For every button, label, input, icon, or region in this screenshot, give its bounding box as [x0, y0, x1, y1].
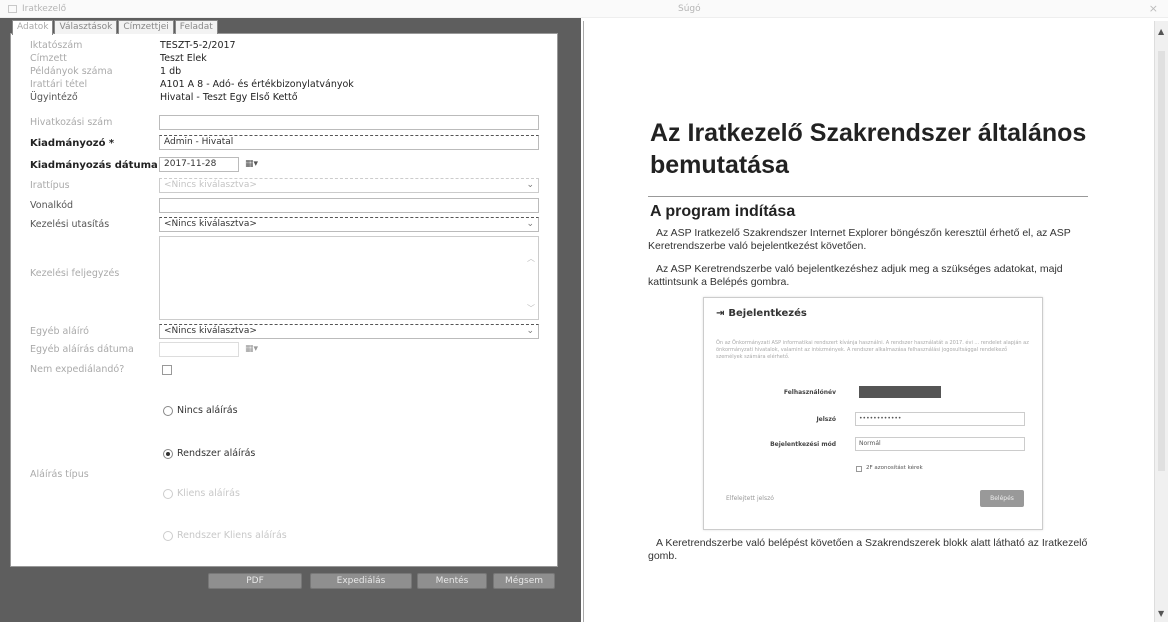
figure-title-text: Bejelentkezés — [728, 308, 807, 319]
calendar-icon[interactable]: ▦▾ — [245, 159, 258, 169]
app-icon — [8, 5, 17, 13]
window-title: Iratkezelő — [22, 4, 67, 14]
figure-username-label: Felhasználónév — [783, 389, 836, 396]
nem-expedialando-checkbox[interactable] — [162, 365, 172, 375]
tab-cimzettjei[interactable]: Címzettjei — [118, 20, 174, 34]
scrollbar-thumb[interactable] — [1158, 51, 1165, 471]
iktatoszam-value: TESZT-5-2/2017 — [160, 40, 236, 51]
hivatkozasi-szam-label: Hivatkozási szám — [30, 117, 113, 128]
figure-remember-checkbox — [856, 466, 862, 472]
vonalkod-label: Vonalkód — [30, 200, 74, 211]
document-scrollbar[interactable]: ▲ ▼ — [1154, 21, 1168, 622]
figure-forgot-link: Elfelejtett jelszó — [726, 495, 774, 502]
scroll-up-icon[interactable]: ▲ — [1158, 27, 1164, 36]
close-icon[interactable]: × — [1149, 2, 1158, 15]
irattipus-value: <Nincs kiválasztva> — [164, 180, 257, 190]
kezelesi-utasitas-label: Kezelési utasítás — [30, 219, 110, 230]
egyeb-alairo-value: <Nincs kiválasztva> — [164, 326, 257, 336]
calendar-icon[interactable]: ▦▾ — [245, 344, 258, 354]
expedialas-button[interactable]: Expediálás — [310, 573, 412, 589]
chevron-down-icon: ⌄ — [526, 219, 534, 229]
paragraph-3: A Keretrendszerbe való belépést követően… — [648, 537, 1088, 562]
document-title: Az Iratkezelő Szakrendszer általános bem… — [650, 119, 1087, 179]
kiadmanyozas-datuma-input[interactable]: 2017-11-28 — [159, 157, 239, 172]
ugyintezo-value: Hivatal - Teszt Egy Első Kettő — [160, 92, 298, 103]
peldanyok-value: 1 db — [160, 66, 182, 77]
window-titlebar: Iratkezelő Súgó × — [0, 0, 1168, 18]
radio-nincs-alairas[interactable] — [163, 406, 173, 416]
login-screenshot-figure: ⇥ Bejelentkezés Ön az Önkormányzati ASP i… — [703, 297, 1043, 530]
mentes-button[interactable]: Mentés — [417, 573, 487, 589]
radio-rendszer-kliens-alairas[interactable] — [163, 531, 173, 541]
scroll-down-icon[interactable]: ▼ — [1158, 609, 1164, 618]
megsem-button[interactable]: Mégsem — [493, 573, 555, 589]
kiadmanyozas-datuma-label: Kiadmányozás dátuma * — [30, 160, 167, 171]
radio-rendszer-kliens-alairas-label: Rendszer Kliens aláírás — [177, 530, 287, 541]
login-icon: ⇥ — [716, 308, 725, 319]
scroll-up-icon[interactable]: ︿ — [527, 253, 535, 264]
figure-remember-label: 2F azonosítást kérek — [866, 465, 923, 471]
figure-title: ⇥ Bejelentkezés — [716, 308, 807, 319]
alairas-tipus-label: Aláírás típus — [30, 469, 89, 480]
kezelesi-feljegyzes-label: Kezelési feljegyzés — [30, 268, 120, 279]
egyeb-alairas-datuma-input[interactable] — [159, 342, 239, 357]
irattari-tetel-value: A101 A 8 - Adó- és értékbizonylatványok — [160, 79, 354, 90]
figure-password-label: Jelszó — [816, 416, 836, 423]
pdf-button[interactable]: PDF — [208, 573, 302, 589]
cimzett-label: Címzett — [30, 53, 67, 64]
title-divider — [648, 196, 1088, 197]
radio-rendszer-alairas[interactable] — [163, 449, 173, 459]
egyeb-alairas-datuma-label: Egyéb aláírás dátuma — [30, 344, 134, 355]
scroll-down-icon[interactable]: ﹀ — [527, 303, 535, 314]
kezelesi-utasitas-value: <Nincs kiválasztva> — [164, 219, 257, 229]
peldanyok-label: Példányok száma — [30, 66, 113, 77]
radio-kliens-alairas-label: Kliens aláírás — [177, 488, 240, 499]
tab-feladat[interactable]: Feladat — [174, 20, 218, 34]
kiadmanyozo-input[interactable]: Admin - Hivatal — [159, 135, 539, 150]
hivatkozasi-szam-input[interactable] — [159, 115, 539, 130]
kiadmanyozo-label: Kiadmányozó * — [30, 138, 115, 149]
figure-login-button: Belépés — [980, 490, 1024, 507]
radio-nincs-alairas-label: Nincs aláírás — [177, 405, 238, 416]
paragraph-2: Az ASP Keretrendszerbe való bejelentkezé… — [648, 263, 1063, 288]
irattipus-select[interactable]: <Nincs kiválasztva> ⌄ — [159, 178, 539, 193]
help-window-title: Súgó — [678, 4, 701, 14]
figure-username-redacted — [859, 386, 941, 398]
figure-method-select: Normál — [855, 437, 1025, 451]
radio-kliens-alairas[interactable] — [163, 489, 173, 499]
egyeb-alairo-label: Egyéb aláíró — [30, 326, 89, 337]
chevron-down-icon: ⌄ — [526, 326, 534, 336]
cimzett-value: Teszt Elek — [160, 53, 207, 64]
tab-valasztasok[interactable]: Választások — [54, 20, 118, 34]
irattipus-label: Irattípus — [30, 180, 70, 191]
tab-adatok[interactable]: Adatok — [12, 20, 54, 35]
ugyintezo-label: Ügyintéző — [30, 92, 78, 103]
radio-rendszer-alairas-label: Rendszer aláírás — [177, 448, 256, 459]
chevron-down-icon: ⌄ — [526, 180, 534, 190]
figure-intro-text: Ön az Önkormányzati ASP informatikai ren… — [716, 340, 1029, 360]
irattari-tetel-label: Irattári tétel — [30, 79, 88, 90]
figure-password-input: •••••••••••• — [855, 412, 1025, 426]
section-heading: A program indítása — [650, 203, 796, 220]
nem-expedialando-label: Nem expediálandó? — [30, 364, 125, 375]
kezelesi-utasitas-select[interactable]: <Nincs kiválasztva> ⌄ — [159, 217, 539, 232]
kezelesi-feljegyzes-textarea[interactable]: ︿ ﹀ — [159, 236, 539, 320]
figure-method-label: Bejelentkezési mód — [770, 441, 836, 448]
tab-bar: Adatok Választások Címzettjei Feladat — [12, 20, 219, 35]
paragraph-1: Az ASP Iratkezelő Szakrendszer Internet … — [648, 227, 1071, 252]
vonalkod-input[interactable] — [159, 198, 539, 213]
iktatoszam-label: Iktatószám — [30, 40, 83, 51]
egyeb-alairo-select[interactable]: <Nincs kiválasztva> ⌄ — [159, 324, 539, 339]
